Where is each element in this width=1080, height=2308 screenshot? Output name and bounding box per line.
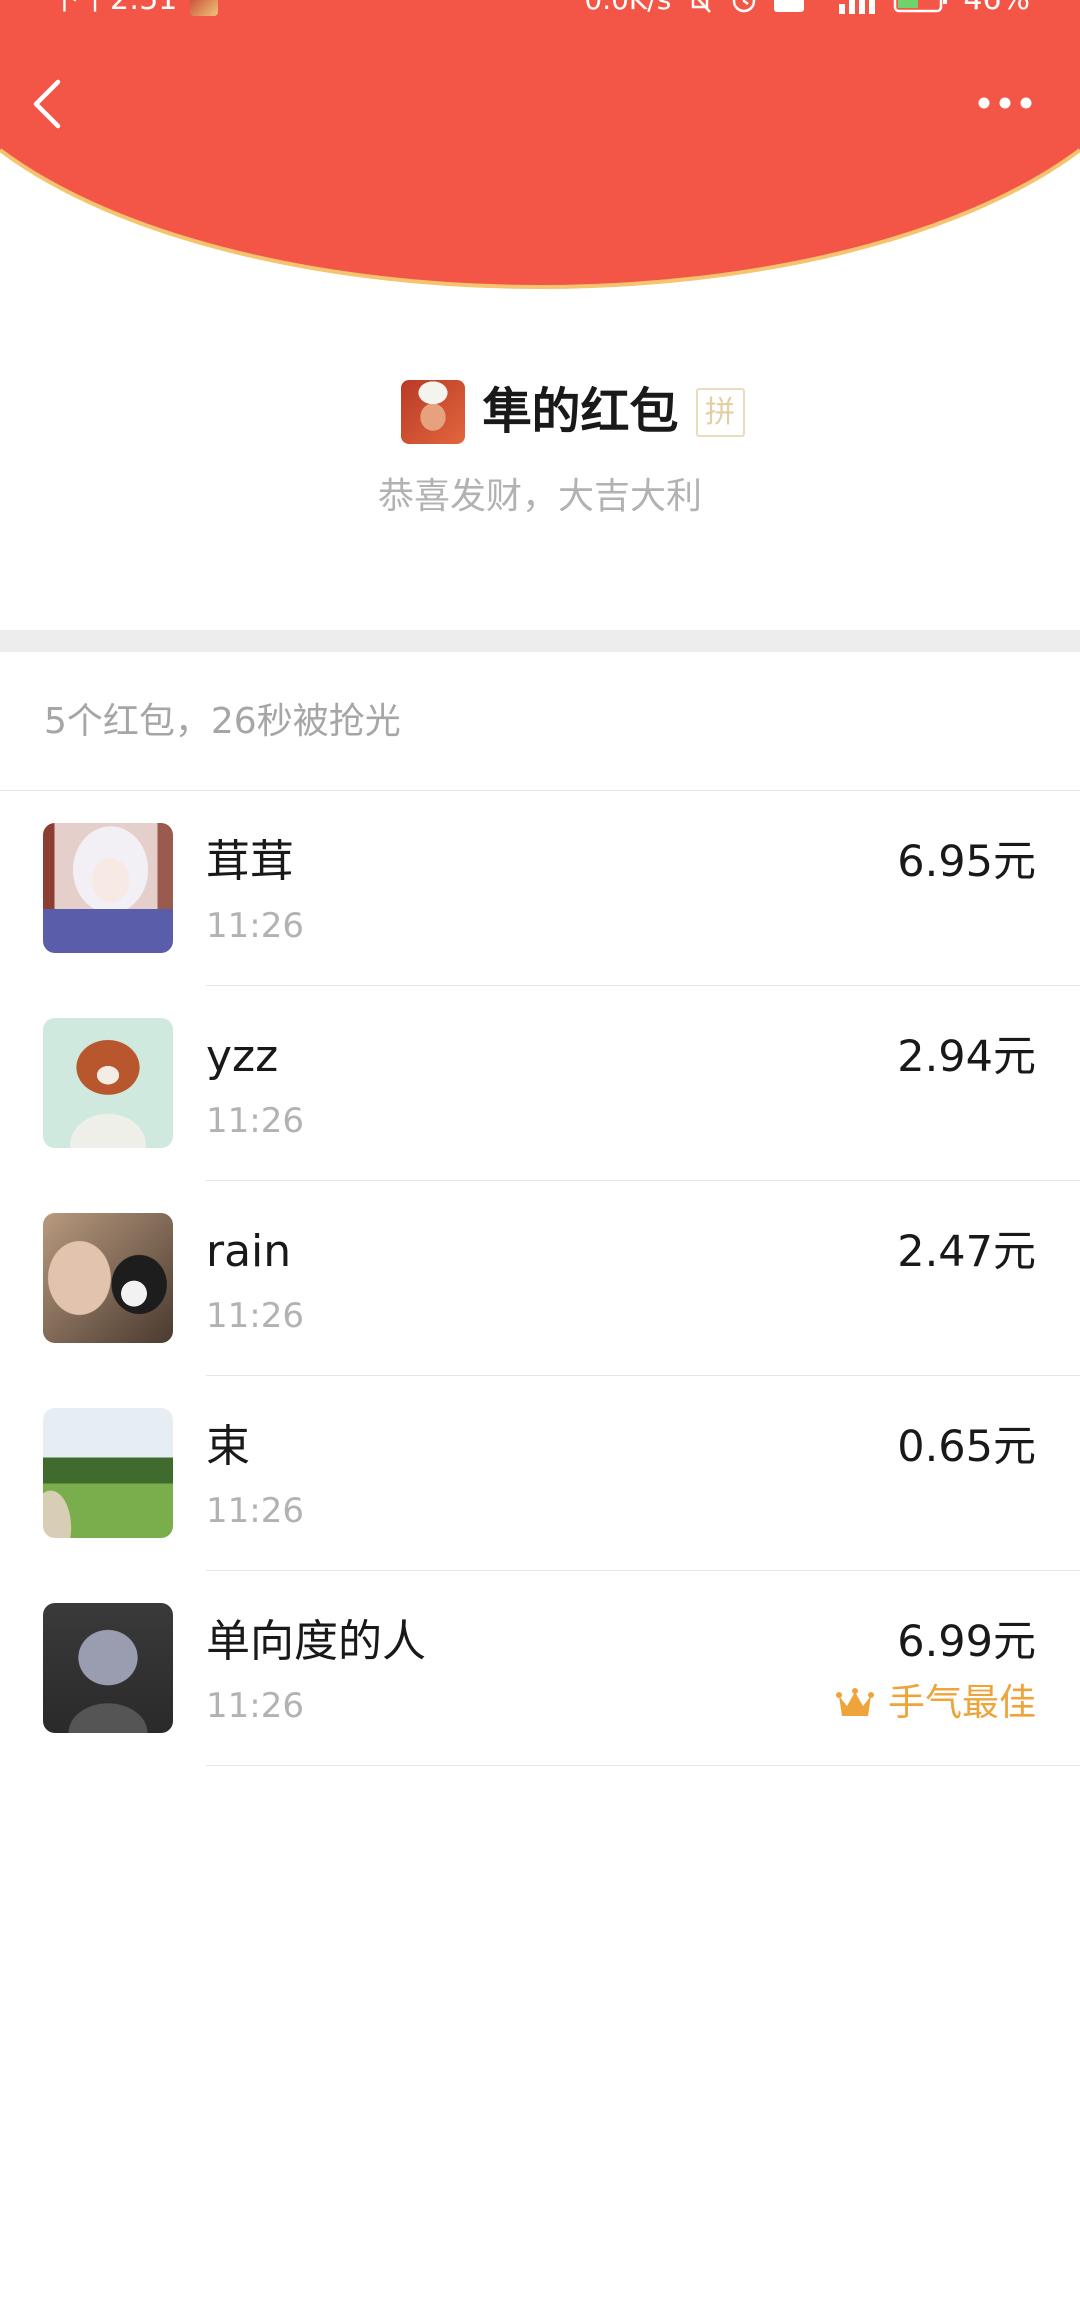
recipient-avatar[interactable]	[43, 1213, 173, 1343]
receive-time: 11:26	[206, 1101, 304, 1141]
best-luck-badge: 手气最佳	[836, 1679, 1036, 1727]
battery-level: 46%	[963, 0, 1030, 20]
red-packet-title: 隼的红包	[482, 383, 679, 440]
packet-summary: 5个红包，26秒被抢光	[44, 701, 401, 742]
recipient-avatar[interactable]	[43, 1603, 173, 1733]
signal-icon	[839, 0, 876, 14]
mute-bell-icon	[692, 0, 712, 13]
list-item: 茸茸 11:26 6.95元	[0, 791, 1080, 986]
status-bar: 下午2:51 0.0K/s 46%	[0, 0, 1080, 20]
battery-charging-icon	[894, 0, 948, 13]
received-amount: 6.95元	[897, 837, 1036, 887]
recipient-name: yzz	[206, 1031, 279, 1082]
received-amount: 2.47元	[897, 1227, 1036, 1277]
recipient-name: 单向度的人	[206, 1616, 426, 1667]
recipient-avatar[interactable]	[43, 1408, 173, 1538]
network-speed: 0.0K/s	[584, 0, 671, 20]
recipient-list: 茸茸 11:26 6.95元 yzz 11:26 2.94元 rain 11:2…	[0, 791, 1080, 1766]
recipient-name: rain	[206, 1226, 292, 1277]
hd-icon	[774, 0, 805, 12]
receive-time: 11:26	[206, 1491, 304, 1531]
status-icons: 0.0K/s 46%	[584, 0, 1030, 20]
red-packet-wish: 恭喜发财，大吉大利	[377, 476, 702, 517]
list-item: 束 11:26 0.65元	[0, 1376, 1080, 1571]
received-amount: 6.99元	[897, 1617, 1036, 1667]
received-amount: 2.94元	[897, 1032, 1036, 1082]
list-item: rain 11:26 2.47元	[0, 1181, 1080, 1376]
received-amount: 0.65元	[897, 1422, 1036, 1472]
sender-info: 隼的红包 拼	[0, 380, 1080, 444]
chevron-left-icon[interactable]	[28, 78, 68, 130]
crown-icon	[836, 1687, 874, 1716]
list-item: 单向度的人 11:26 6.99元 手气最佳	[0, 1571, 1080, 1766]
sender-avatar[interactable]	[401, 380, 466, 444]
section-divider	[0, 630, 1080, 652]
list-item: yzz 11:26 2.94元	[0, 986, 1080, 1181]
red-packet-header	[0, 0, 1080, 290]
app-notification-icon	[190, 0, 218, 16]
receive-time: 11:26	[206, 1686, 304, 1726]
receive-time: 11:26	[206, 906, 304, 946]
recipient-name: 束	[206, 1421, 250, 1472]
recipient-name: 茸茸	[206, 836, 294, 887]
best-luck-label: 手气最佳	[888, 1681, 1036, 1724]
more-dots-icon[interactable]	[974, 93, 1036, 113]
status-time: 下午2:51	[50, 0, 177, 20]
recipient-avatar[interactable]	[43, 1018, 173, 1148]
alarm-icon	[733, 0, 756, 13]
receive-time: 11:26	[206, 1296, 304, 1336]
group-packet-badge: 拼	[695, 388, 745, 437]
recipient-avatar[interactable]	[43, 823, 173, 953]
